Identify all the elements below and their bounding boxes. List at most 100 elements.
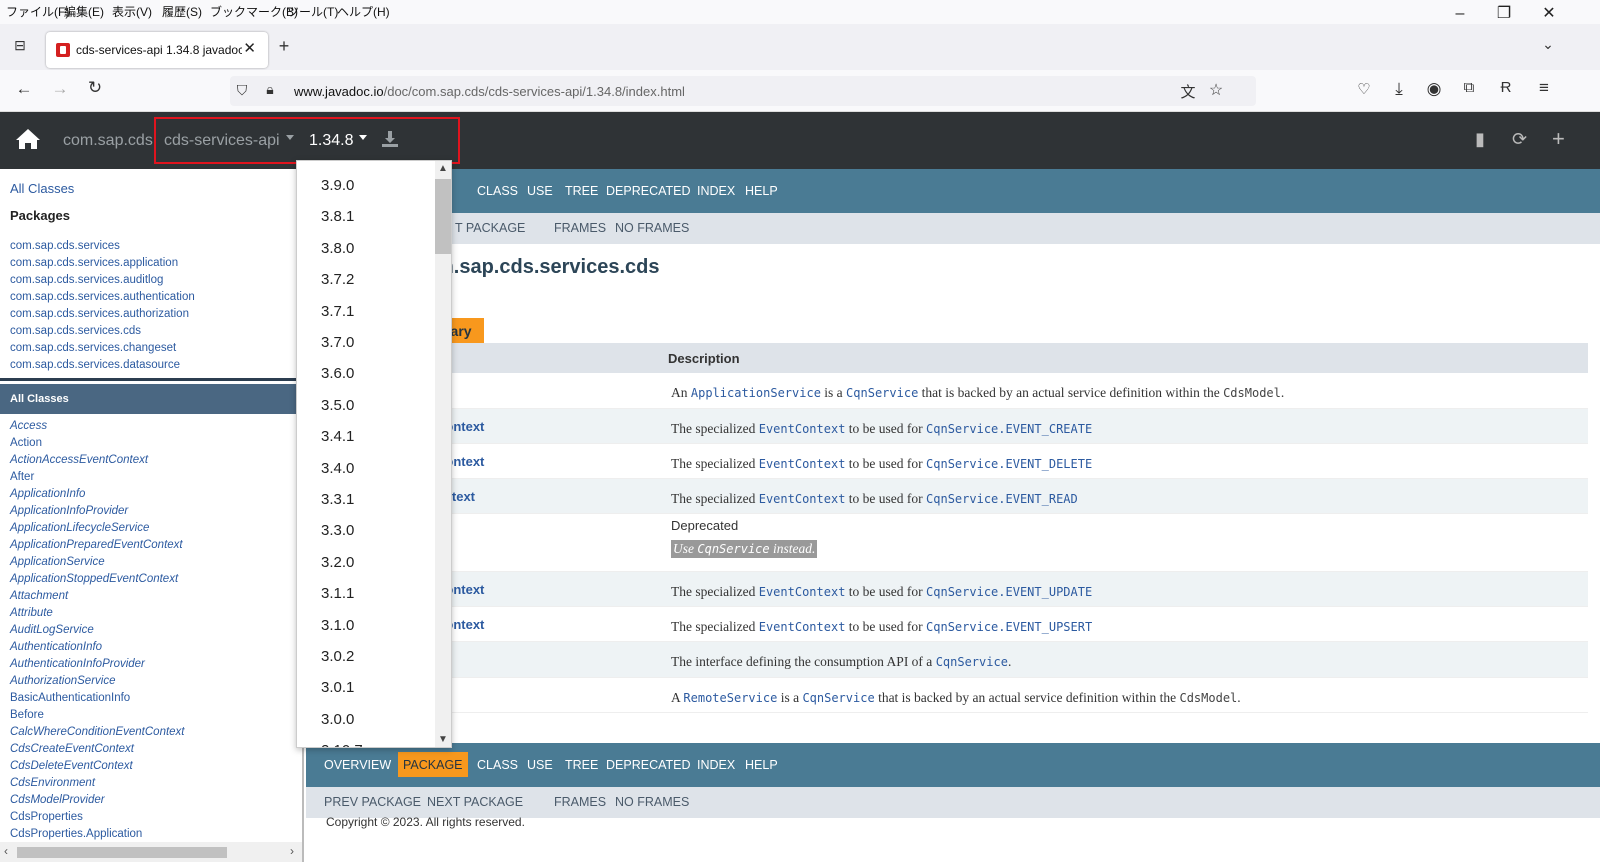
code-link[interactable]: EventContext: [759, 457, 846, 471]
menu-bookmarks[interactable]: ブックマーク(B): [210, 3, 298, 20]
nav-overview[interactable]: OVERVIEW: [324, 758, 391, 772]
dropdown-scrollbar[interactable]: ▲ ▼: [435, 161, 451, 747]
version-option[interactable]: 3.6.0: [321, 365, 354, 382]
package-link[interactable]: com.sap.cds.services.datasource: [10, 357, 195, 374]
code-link[interactable]: CqnService.EVENT_CREATE: [926, 422, 1092, 436]
class-link[interactable]: Before: [10, 707, 185, 724]
no-frames-link[interactable]: NO FRAMES: [615, 795, 689, 809]
home-icon[interactable]: [15, 128, 41, 150]
back-icon[interactable]: ←: [12, 79, 36, 99]
menu-tools[interactable]: ツール(T): [287, 3, 338, 20]
code-link[interactable]: EventContext: [759, 585, 846, 599]
pocket-icon[interactable]: ♡: [1352, 80, 1376, 98]
browser-tab[interactable]: cds-services-api 1.34.8 javadoc ✕: [46, 32, 268, 68]
class-link[interactable]: CdsProperties: [10, 809, 185, 826]
code-link[interactable]: EventContext: [759, 620, 846, 634]
class-link[interactable]: ApplicationPreparedEventContext: [10, 537, 185, 554]
no-frames-link[interactable]: NO FRAMES: [615, 221, 689, 235]
code-link[interactable]: CqnService: [936, 655, 1008, 669]
menu-file[interactable]: ファイル(F): [6, 3, 69, 20]
close-window-icon[interactable]: ✕: [1534, 2, 1564, 26]
class-link[interactable]: AuthorizationService: [10, 673, 185, 690]
class-link[interactable]: CdsProperties.Application: [10, 826, 185, 843]
tab-list-icon[interactable]: ⊟: [8, 37, 32, 54]
class-link[interactable]: CdsDeleteEventContext: [10, 758, 185, 775]
group-id-link[interactable]: com.sap.cds: [63, 132, 153, 150]
version-option[interactable]: 3.0.1: [321, 679, 354, 696]
class-link[interactable]: AuthenticationInfo: [10, 639, 185, 656]
package-link[interactable]: com.sap.cds.services.cds: [10, 323, 195, 340]
nav-help[interactable]: HELP: [745, 184, 778, 198]
version-option[interactable]: 3.3.0: [321, 522, 354, 539]
class-link[interactable]: ApplicationLifecycleService: [10, 520, 185, 537]
version-option[interactable]: 3.5.0: [321, 397, 354, 414]
lock-icon[interactable]: 🔒︎: [258, 81, 282, 98]
code-link[interactable]: CqnService: [846, 386, 918, 400]
url-text[interactable]: www.javadoc.io/doc/com.sap.cds/cds-servi…: [294, 84, 685, 99]
app-menu-icon[interactable]: ≡: [1532, 78, 1556, 98]
version-option[interactable]: 3.0.2: [321, 648, 354, 665]
package-link[interactable]: com.sap.cds.services.authorization: [10, 306, 195, 323]
version-option[interactable]: 3.7.0: [321, 334, 354, 351]
version-option[interactable]: 2.10.7: [321, 742, 363, 747]
package-link[interactable]: com.sap.cds.services.authentication: [10, 289, 195, 306]
scroll-up-icon[interactable]: ▲: [438, 163, 448, 174]
frames-link[interactable]: FRAMES: [554, 795, 606, 809]
class-link[interactable]: CdsEnvironment: [10, 775, 185, 792]
code-link[interactable]: CdsModel: [1223, 386, 1281, 400]
version-option[interactable]: 3.1.0: [321, 617, 354, 634]
code-link[interactable]: CdsModel: [1179, 691, 1237, 705]
code-link[interactable]: CqnService: [697, 542, 769, 556]
version-option[interactable]: 3.4.0: [321, 460, 354, 477]
url-bar[interactable]: ⛉ 🔒︎ www.javadoc.io/doc/com.sap.cds/cds-…: [230, 76, 1256, 106]
class-link[interactable]: ApplicationService: [10, 554, 185, 571]
new-tab-icon[interactable]: +: [272, 36, 296, 57]
package-link[interactable]: com.sap.cds.services.changeset: [10, 340, 195, 357]
class-link[interactable]: Attribute: [10, 605, 185, 622]
class-link[interactable]: ApplicationStoppedEventContext: [10, 571, 185, 588]
menu-history[interactable]: 履歴(S): [162, 3, 202, 20]
extensions-icon[interactable]: ⧉: [1457, 79, 1481, 96]
code-link[interactable]: EventContext: [759, 492, 846, 506]
class-link[interactable]: CdsModelProvider: [10, 792, 185, 809]
nav-deprecated[interactable]: DEPRECATED: [606, 758, 691, 772]
tab-overflow-chevron-icon[interactable]: ⌄: [1536, 36, 1560, 53]
nav-index[interactable]: INDEX: [697, 758, 735, 772]
refresh-icon[interactable]: ⟳: [1512, 129, 1527, 150]
version-option[interactable]: 3.1.1: [321, 585, 354, 602]
version-option[interactable]: 3.2.0: [321, 554, 354, 571]
nav-deprecated[interactable]: DEPRECATED: [606, 184, 691, 198]
scrollbar-thumb[interactable]: [17, 847, 227, 858]
class-link[interactable]: AuditLogService: [10, 622, 185, 639]
next-package-link[interactable]: T PACKAGE: [455, 221, 525, 235]
scroll-left-icon[interactable]: ‹: [4, 844, 8, 858]
class-link[interactable]: CdsCreateEventContext: [10, 741, 185, 758]
code-link[interactable]: ApplicationService: [691, 386, 821, 400]
nav-index[interactable]: INDEX: [697, 184, 735, 198]
scroll-right-icon[interactable]: ›: [290, 844, 294, 858]
code-link[interactable]: RemoteService: [683, 691, 777, 705]
code-link[interactable]: CqnService: [802, 691, 874, 705]
nav-help[interactable]: HELP: [745, 758, 778, 772]
package-link[interactable]: com.sap.cds.services.auditlog: [10, 272, 195, 289]
menu-help[interactable]: ヘルプ(H): [337, 3, 390, 20]
code-link[interactable]: CqnService.EVENT_UPDATE: [926, 585, 1092, 599]
bookmark-icon[interactable]: ▮: [1475, 129, 1485, 150]
shield-icon[interactable]: ⛉: [230, 82, 254, 99]
code-link[interactable]: CqnService.EVENT_READ: [926, 492, 1078, 506]
class-link[interactable]: CalcWhereConditionEventContext: [10, 724, 185, 741]
scroll-down-icon[interactable]: ▼: [438, 734, 448, 745]
tab-close-icon[interactable]: ✕: [243, 39, 256, 57]
version-option[interactable]: 3.7.2: [321, 271, 354, 288]
next-package-link[interactable]: NEXT PACKAGE: [427, 795, 523, 809]
code-link[interactable]: CqnService.EVENT_DELETE: [926, 457, 1092, 471]
forward-icon[interactable]: →: [48, 79, 72, 99]
code-link[interactable]: EventContext: [759, 422, 846, 436]
package-link[interactable]: com.sap.cds.services.application: [10, 255, 195, 272]
class-link[interactable]: Access: [10, 418, 185, 435]
class-link[interactable]: Attachment: [10, 588, 185, 605]
dropdown-scrollbar-thumb[interactable]: [435, 179, 451, 254]
class-link[interactable]: After: [10, 469, 185, 486]
class-link[interactable]: Action: [10, 435, 185, 452]
nav-use[interactable]: USE: [527, 184, 553, 198]
